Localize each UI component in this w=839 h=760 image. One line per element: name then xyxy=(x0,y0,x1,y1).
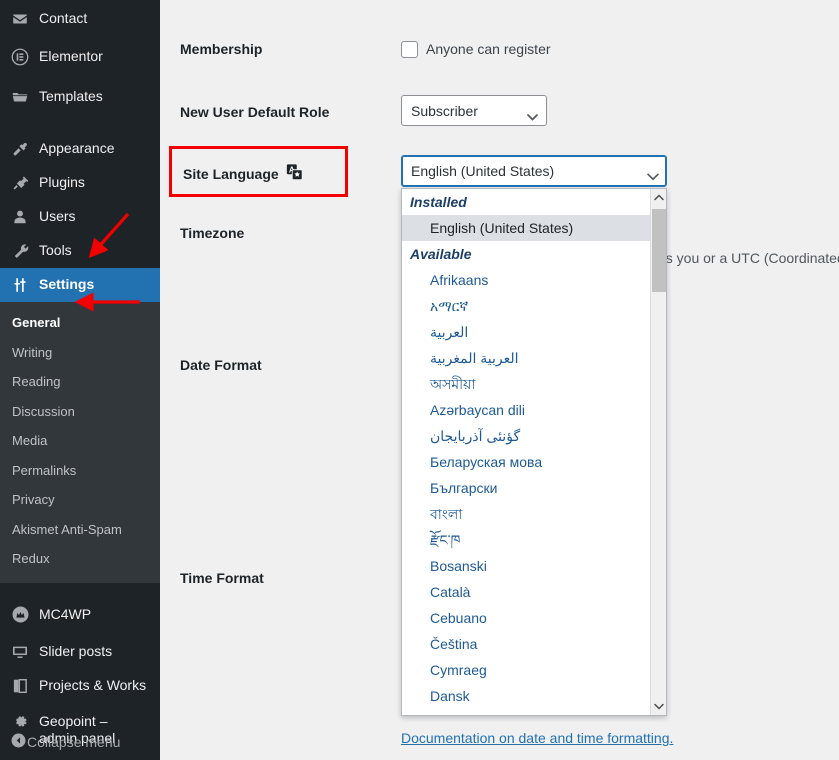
chevron-down-icon xyxy=(647,168,658,175)
sidebar-item-appearance[interactable]: Appearance xyxy=(0,132,160,166)
option-catala[interactable]: Català xyxy=(402,579,650,605)
option-afrikaans[interactable]: Afrikaans xyxy=(402,267,650,293)
scrollbar-thumb[interactable] xyxy=(652,209,666,292)
sidebar-item-label: Templates xyxy=(39,86,103,108)
envelope-icon xyxy=(10,9,30,29)
documentation-link-text: Documentation on date and time formattin… xyxy=(401,730,670,746)
sidebar-item-label: Tools xyxy=(39,240,72,262)
wrench-icon xyxy=(10,241,30,261)
label-membership: Membership xyxy=(180,41,262,57)
site-language-select[interactable]: English (United States) xyxy=(401,155,667,187)
sidebar-item-label: Plugins xyxy=(39,172,85,194)
submenu-item-redux[interactable]: Redux xyxy=(0,544,160,574)
label-time-format: Time Format xyxy=(180,570,264,586)
chevron-down-icon xyxy=(527,108,538,115)
submenu-item-reading[interactable]: Reading xyxy=(0,367,160,397)
option-bulgarian[interactable]: Български xyxy=(402,475,650,501)
label-date-format: Date Format xyxy=(180,357,262,373)
plug-icon xyxy=(10,173,30,193)
scroll-down-arrow-icon[interactable] xyxy=(651,698,666,715)
sidebar-item-contact[interactable]: Contact xyxy=(0,0,160,37)
sidebar-item-label: Slider posts xyxy=(39,641,112,663)
label-timezone: Timezone xyxy=(180,225,244,241)
collapse-menu-button[interactable]: Collapse menu xyxy=(0,725,160,759)
monitor-icon xyxy=(10,642,30,662)
option-moroccan-arabic[interactable]: العربية المغربية xyxy=(402,345,650,371)
elementor-icon xyxy=(10,47,30,67)
option-dzongkha[interactable]: རྫོང་ཁ xyxy=(402,527,650,553)
optgroup-available: Available xyxy=(402,241,650,267)
site-language-highlight-box: Site Language A xyxy=(169,146,348,197)
option-azerbaijani[interactable]: Azərbaycan dili xyxy=(402,397,650,423)
option-amharic[interactable]: አማርኛ xyxy=(402,293,650,319)
anyone-can-register-label[interactable]: Anyone can register xyxy=(426,41,551,57)
option-english-united-states[interactable]: English (United States) xyxy=(402,215,650,241)
sidebar-item-label: Elementor xyxy=(39,46,103,68)
collapse-arrow-icon xyxy=(10,732,27,752)
sidebar-item-projects-works[interactable]: Projects & Works xyxy=(0,669,160,703)
new-user-default-role-value: Subscriber xyxy=(411,103,478,119)
submenu-item-discussion[interactable]: Discussion xyxy=(0,397,160,427)
settings-submenu: General Writing Reading Discussion Media… xyxy=(0,302,160,583)
label-site-language: Site Language A xyxy=(183,163,304,184)
mc4wp-icon xyxy=(10,605,30,625)
sidebar-item-settings[interactable]: Settings xyxy=(0,268,160,302)
dropdown-scrollbar[interactable] xyxy=(650,189,666,715)
option-arabic[interactable]: العربية xyxy=(402,319,650,345)
sidebar-item-tools[interactable]: Tools xyxy=(0,234,160,268)
documentation-date-time-link[interactable]: Documentation on date and time formattin… xyxy=(401,730,673,746)
folder-icon xyxy=(10,87,30,107)
sidebar-item-elementor[interactable]: Elementor xyxy=(0,37,160,77)
option-assamese[interactable]: অসমীয়া xyxy=(402,371,650,397)
menu-separator-1 xyxy=(0,117,160,132)
sidebar-item-slider-posts[interactable]: Slider posts xyxy=(0,635,160,669)
translation-icon: A xyxy=(285,163,304,184)
submenu-item-privacy[interactable]: Privacy xyxy=(0,485,160,515)
timezone-help-text: as you or a UTC (Coordinated xyxy=(658,250,839,266)
sidebar-item-label: MC4WP xyxy=(39,604,91,626)
submenu-item-writing[interactable]: Writing xyxy=(0,338,160,368)
option-bengali[interactable]: বাংলা xyxy=(402,501,650,527)
paintbrush-icon xyxy=(10,139,30,159)
new-user-default-role-select[interactable]: Subscriber xyxy=(401,95,547,126)
sidebar-item-label: Users xyxy=(39,206,76,228)
sidebar-item-plugins[interactable]: Plugins xyxy=(0,166,160,200)
option-cestina[interactable]: Čeština xyxy=(402,631,650,657)
option-cebuano[interactable]: Cebuano xyxy=(402,605,650,631)
submenu-item-akismet-anti-spam[interactable]: Akismet Anti-Spam xyxy=(0,515,160,545)
menu-separator-2 xyxy=(0,583,160,595)
settings-general-page: Membership New User Default Role Timezon… xyxy=(160,0,839,760)
collapse-menu-label: Collapse menu xyxy=(27,734,120,750)
submenu-item-media[interactable]: Media xyxy=(0,426,160,456)
option-cymraeg[interactable]: Cymraeg xyxy=(402,657,650,683)
option-south-azerbaijani[interactable]: گؤنئی آذربایجان xyxy=(402,423,650,449)
scroll-up-arrow-icon[interactable] xyxy=(651,189,666,206)
sidebar-item-users[interactable]: Users xyxy=(0,200,160,234)
site-language-option-list[interactable]: Installed English (United States) Availa… xyxy=(402,189,650,715)
site-language-dropdown[interactable]: Installed English (United States) Availa… xyxy=(401,188,667,716)
option-bosanski[interactable]: Bosanski xyxy=(402,553,650,579)
optgroup-installed: Installed xyxy=(402,189,650,215)
sidebar-item-mc4wp[interactable]: MC4WP xyxy=(0,595,160,635)
label-new-user-default-role: New User Default Role xyxy=(180,104,329,120)
sidebar-item-label: Settings xyxy=(39,274,94,296)
site-language-label-text: Site Language xyxy=(183,166,279,182)
submenu-item-general[interactable]: General xyxy=(0,308,160,338)
user-icon xyxy=(10,207,30,227)
option-belarusian[interactable]: Беларуская мова xyxy=(402,449,650,475)
option-dansk[interactable]: Dansk xyxy=(402,683,650,709)
sidebar-item-label: Contact xyxy=(39,8,87,30)
submenu-item-permalinks[interactable]: Permalinks xyxy=(0,456,160,486)
anyone-can-register-checkbox[interactable] xyxy=(401,41,418,58)
sidebar-item-label: Projects & Works xyxy=(39,675,146,697)
admin-sidebar: Contact Elementor Templates Appearance P… xyxy=(0,0,160,760)
sidebar-item-label: Appearance xyxy=(39,138,115,160)
documentation-link-period: . xyxy=(670,730,674,746)
sliders-icon xyxy=(10,275,30,295)
site-language-value: English (United States) xyxy=(411,163,554,179)
sidebar-item-templates[interactable]: Templates xyxy=(0,77,160,117)
book-icon xyxy=(10,676,30,696)
